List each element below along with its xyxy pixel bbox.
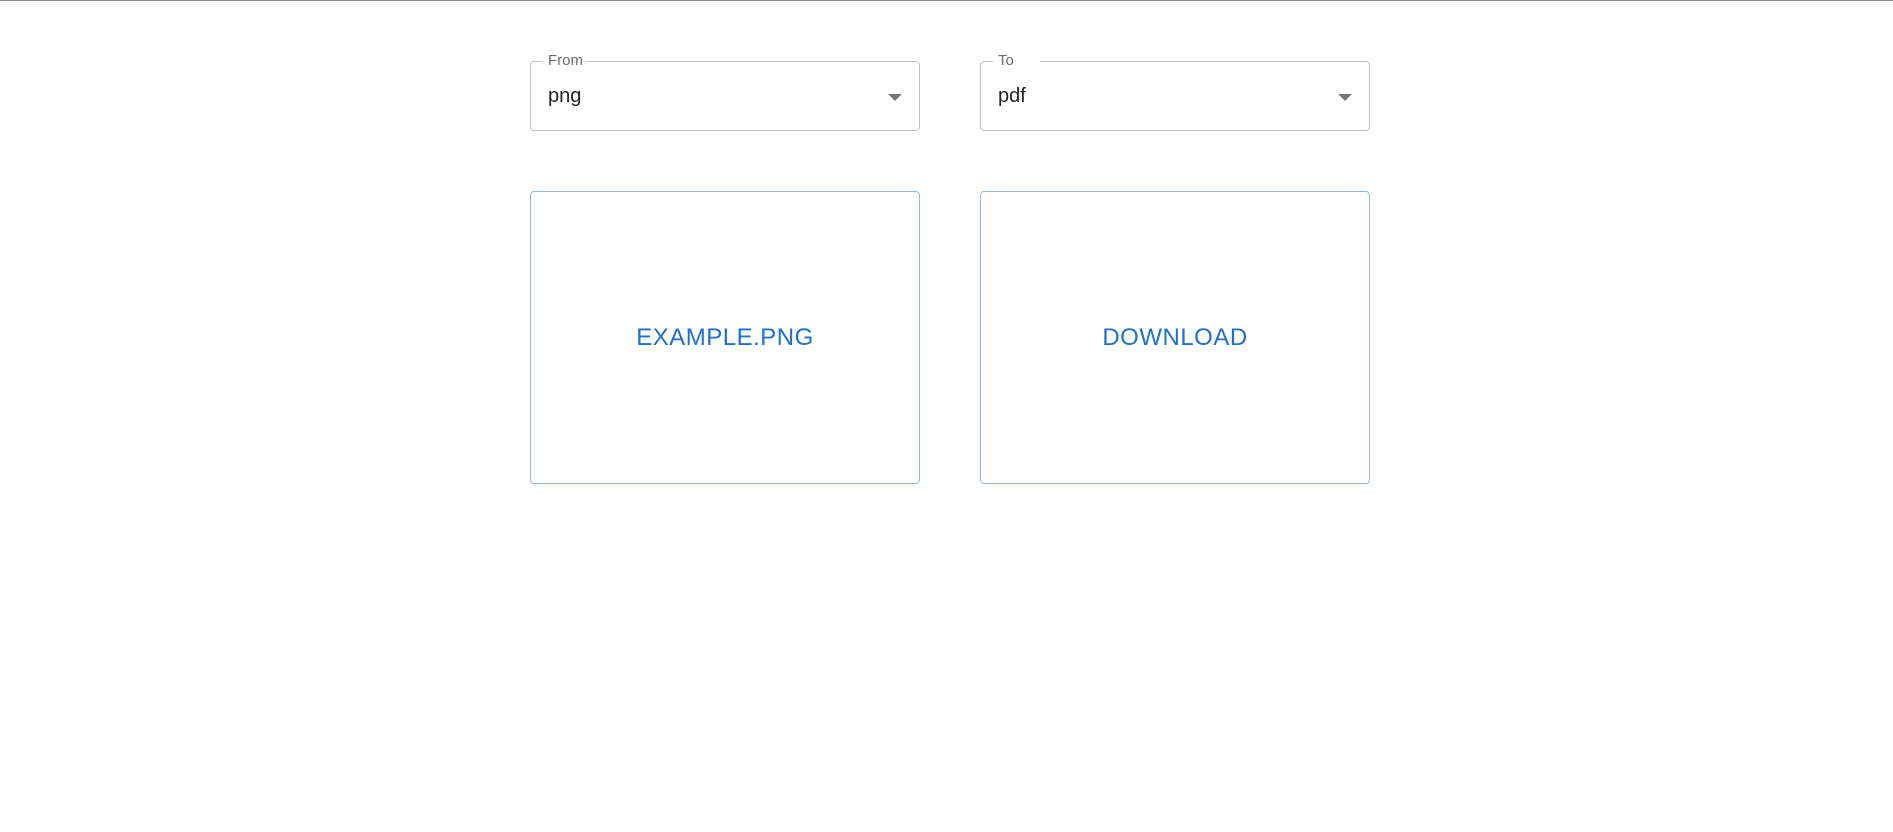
- upload-button-label: EXAMPLE.PNG: [636, 323, 814, 351]
- from-select-label: From: [543, 53, 585, 69]
- to-select-label: To: [993, 53, 1040, 69]
- chevron-down-icon[interactable]: [1338, 94, 1352, 101]
- chevron-down-icon[interactable]: [888, 94, 902, 101]
- download-button[interactable]: DOWNLOAD: [980, 191, 1370, 484]
- from-select-value: png: [548, 85, 582, 107]
- top-divider: [0, 0, 1893, 1]
- from-format-select[interactable]: From png: [530, 53, 920, 131]
- to-format-select[interactable]: To pdf: [980, 53, 1370, 131]
- to-select-value: pdf: [998, 85, 1026, 107]
- download-button-label: DOWNLOAD: [1102, 323, 1248, 351]
- file-upload-button[interactable]: EXAMPLE.PNG: [530, 191, 920, 484]
